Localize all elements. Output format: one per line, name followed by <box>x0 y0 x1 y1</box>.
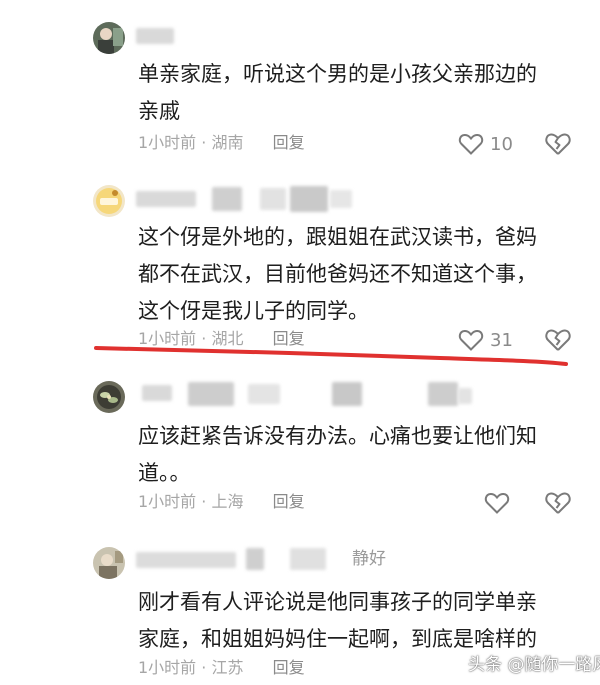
username-visible-part[interactable]: 静好 <box>352 548 386 570</box>
heart-outline-icon <box>458 133 484 155</box>
reply-button[interactable]: 回复 <box>273 492 305 511</box>
dislike-button[interactable] <box>544 131 572 157</box>
watermark: 头条 @随你一路风尘 <box>468 655 600 675</box>
like-count: 10 <box>490 133 513 155</box>
separator: · <box>201 492 207 511</box>
avatar[interactable] <box>93 185 125 217</box>
red-underline-annotation <box>94 346 568 366</box>
location: 江苏 <box>211 658 244 677</box>
location: 上海 <box>211 492 244 511</box>
separator: · <box>201 133 207 152</box>
reply-button[interactable]: 回复 <box>273 133 305 152</box>
timestamp: 1小时前 <box>138 492 197 511</box>
avatar[interactable] <box>93 22 125 54</box>
username-blurred[interactable] <box>136 552 236 568</box>
broken-heart-icon <box>545 492 571 514</box>
broken-heart-icon <box>545 133 571 155</box>
separator: · <box>201 658 207 677</box>
username-blurred[interactable] <box>142 385 172 401</box>
comment-meta: 1小时前 · 湖南 回复 <box>138 131 305 155</box>
reply-button[interactable]: 回复 <box>273 658 305 677</box>
comment-meta: 1小时前 · 江苏 回复 <box>138 656 305 680</box>
username-blurred[interactable] <box>136 191 196 207</box>
comment-text: 单亲家庭，听说这个男的是小孩父亲那边的 亲戚 <box>138 62 537 123</box>
username-blurred[interactable] <box>136 28 174 44</box>
avatar[interactable] <box>93 381 125 413</box>
heart-outline-icon <box>484 492 510 514</box>
comment-text: 这个伢是外地的，跟姐姐在武汉读书，爸妈 都不在武汉，目前他爸妈还不知道这个事， … <box>138 225 537 323</box>
comment-text: 应该赶紧告诉没有办法。心痛也要让他们知 道。。 <box>138 424 537 485</box>
timestamp: 1小时前 <box>138 658 197 677</box>
like-button[interactable]: 10 <box>458 131 513 157</box>
timestamp: 1小时前 <box>138 133 197 152</box>
comment-text: 刚才看有人评论说是他同事孩子的同学单亲 家庭，和姐姐妈妈住一起啊，到底是啥样的 <box>138 590 537 651</box>
avatar[interactable] <box>93 547 125 579</box>
like-button[interactable] <box>484 490 510 516</box>
dislike-button[interactable] <box>544 490 572 516</box>
comment-meta: 1小时前 · 上海 回复 <box>138 490 305 514</box>
location: 湖南 <box>211 133 244 152</box>
